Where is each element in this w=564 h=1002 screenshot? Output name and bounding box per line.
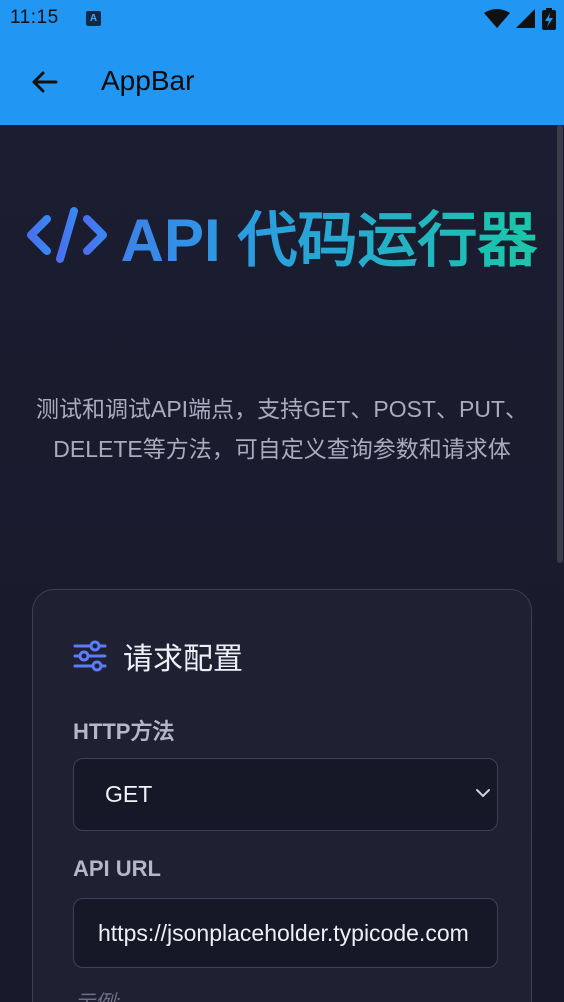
url-label: API URL: [73, 856, 161, 881]
back-button[interactable]: [26, 64, 62, 100]
main-content[interactable]: API 代码运行器 测试和调试API端点，支持GET、POST、PUT、DELE…: [0, 125, 564, 1002]
hero-subtitle: 测试和调试API端点，支持GET、POST、PUT、DELETE等方法，可自定义…: [36, 396, 528, 462]
status-bar: 11:15 A: [0, 0, 564, 38]
request-config-card: 请求配置 HTTP方法 GET API URL 示例:: [32, 589, 532, 1002]
app-bar: AppBar: [0, 38, 564, 125]
battery-icon: [542, 8, 556, 30]
status-icons: [484, 8, 556, 30]
hero-title-text: API 代码运行器: [120, 207, 538, 274]
url-hint: 示例:: [75, 986, 121, 1002]
arrow-left-icon: [32, 71, 58, 93]
code-icon: [26, 207, 107, 263]
app-bar-title: AppBar: [101, 65, 195, 96]
notification-icon: A: [86, 11, 101, 26]
hero-title: API 代码运行器: [24, 195, 540, 287]
card-title: 请求配置: [123, 643, 243, 676]
card-header: 请求配置: [73, 634, 243, 678]
chevron-down-icon: [476, 789, 490, 798]
status-time: 11:15: [10, 7, 59, 28]
url-input[interactable]: [98, 899, 494, 967]
signal-icon: [516, 9, 535, 28]
scrollbar[interactable]: [557, 125, 563, 563]
sliders-icon: [73, 640, 107, 672]
wifi-icon: [484, 9, 510, 28]
method-select-value: GET: [105, 781, 153, 807]
method-select[interactable]: GET: [73, 758, 498, 831]
url-field[interactable]: [73, 898, 498, 968]
method-label: HTTP方法: [73, 719, 175, 744]
